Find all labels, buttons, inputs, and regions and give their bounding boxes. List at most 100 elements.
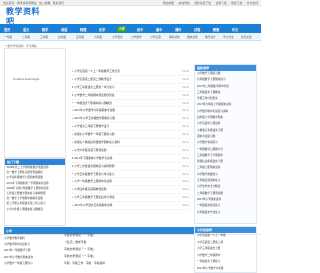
news-date: 03-13	[182, 180, 189, 184]
news-row[interactable]: 小学四年级英语期末测试题 03-13	[72, 186, 190, 195]
nav-item[interactable]: 试卷	[194, 27, 200, 32]
nav-item-active[interactable]: 小学	[117, 25, 127, 32]
news-title[interactable]: 2017年小学数学六年级期末考试题	[74, 109, 115, 112]
news-title[interactable]: 小学英语第二册第二课教学设计	[74, 78, 112, 81]
nav-item[interactable]: 高中	[156, 27, 162, 32]
list-item[interactable]: 平衡 · 平衡工作 · 平衡 · 平衡资料	[60, 260, 190, 267]
nav-item[interactable]: 语文	[23, 27, 29, 32]
news-row[interactable]: 小学语文三年级下册教学设计 03-15	[72, 123, 190, 132]
news-title[interactable]: 小学四年级英语期末测试题	[74, 188, 106, 191]
news-title[interactable]: 新课标人教版四年级数学期末复习资料	[74, 141, 120, 144]
news-row[interactable]: 2017年小学数学六年级期末考试题 03-15	[72, 107, 190, 116]
sub-nav-item[interactable]: 一年级	[4, 35, 12, 39]
sub-nav-item[interactable]: 二年级	[22, 35, 30, 39]
news-title[interactable]: 小学一年级数学上册期中考试题	[74, 180, 112, 183]
news-row[interactable]: 小学一年级数学上册期中考试题 03-13	[72, 178, 190, 187]
news-title[interactable]: 小学语文三年级下册教学设计	[74, 125, 109, 128]
news-row[interactable]: 2017年下期期末小学数学考试卷 03-14	[72, 155, 190, 163]
bullet-icon	[72, 125, 74, 128]
news-row[interactable]: 小学数学二年级期中测试题含答案 03-16	[72, 92, 190, 100]
news-title[interactable]: 新课标小学数学一年级下册练习题	[74, 133, 114, 136]
bullet-icon	[72, 133, 74, 135]
nav-item[interactable]: 首页	[4, 27, 10, 32]
news-title[interactable]: 小学三年级语文上册第一单元复习	[74, 86, 114, 89]
news-row[interactable]: 小学六年级英语下册测试题 03-14	[72, 147, 190, 155]
news-row[interactable]: 小学五年级数学下册第六单元练习 03-14	[72, 171, 190, 179]
news-title[interactable]: 一年级语文下册期中练习题精选	[74, 102, 112, 105]
bullet-icon	[72, 204, 74, 207]
nav-item[interactable]: 物理	[80, 27, 86, 32]
list-item[interactable]: 2017年小学数学六年级	[195, 266, 256, 273]
news-date: 03-13	[182, 204, 189, 208]
sub-nav-item[interactable]: 六年级	[94, 35, 102, 39]
list-item[interactable]: 《生活」数学平衡	[60, 239, 190, 246]
news-date: 03-15	[182, 133, 189, 137]
top-bar-left-links[interactable]: 欢迎来到：教学资料吧网站 · 加入收藏 · 联系我们	[3, 1, 64, 5]
news-title[interactable]: 小学三年级数学下册第四单元测试	[74, 196, 114, 199]
sub-nav: 一年级 二年级 三年级 四年级 五年级 六年级 小学语文 小学数学 小学英语 期…	[0, 33, 261, 41]
sub-nav-item[interactable]: 五年级	[76, 35, 84, 39]
news-title[interactable]: 2017年小学五年级数学期末复习题	[74, 117, 115, 120]
nav-item[interactable]: 化学	[99, 27, 105, 32]
news-title[interactable]: 2017年小学语文五年级期中试卷	[74, 204, 112, 207]
sub-nav-item[interactable]: 小学英语	[150, 35, 161, 39]
sub-nav-item[interactable]: 期末试卷	[187, 35, 198, 39]
bullet-icon	[72, 157, 74, 159]
plugin-error-message: Couldn't load plugin.	[13, 77, 41, 81]
news-title[interactable]: 2017年下期期末小学数学考试卷	[74, 157, 112, 160]
nav-item[interactable]: 教案	[213, 27, 219, 32]
news-date: 03-15	[182, 125, 189, 129]
nav-item[interactable]: 英语	[61, 27, 67, 32]
nav-item[interactable]: 课件	[175, 27, 181, 32]
list-item[interactable]: 小学六年级上册期末复习题精选	[5, 207, 65, 212]
bullet-icon	[72, 70, 74, 72]
news-title[interactable]: 小学六年级英语下册测试题	[74, 149, 106, 152]
news-title[interactable]: 小学数学二年级期中测试题含答案	[74, 94, 114, 97]
sub-nav-item[interactable]: 期中试卷	[169, 35, 180, 39]
nav-item[interactable]: 作文	[232, 27, 238, 32]
bullet-icon	[72, 110, 74, 112]
bullet-icon	[72, 149, 74, 151]
list-item[interactable]: 平衡文学测试「一·平衡」	[60, 246, 190, 253]
news-date: 03-13	[182, 188, 189, 192]
sub-nav-item[interactable]: 教学设计	[205, 35, 216, 39]
news-row[interactable]: 新课标人教版四年级数学期末复习资料 03-14	[72, 139, 190, 147]
news-date: 03-13	[182, 196, 189, 200]
sub-nav-item[interactable]: 小学数学	[131, 35, 142, 39]
news-row[interactable]: 小学二年级语文期末复习资料整理 03-14	[72, 163, 190, 171]
plugin-placeholder: Couldn't load plugin.	[4, 48, 66, 158]
news-row[interactable]: 一年级语文下册期中练习题精选 03-15	[72, 100, 190, 108]
sub-nav-item[interactable]: 小学语文	[112, 35, 123, 39]
bullet-icon	[72, 86, 74, 88]
recommend-box: 最新推荐 小学数学下册练习题 六年级数学下册期末复习 2017年二年级数学期中考…	[194, 64, 257, 224]
sub-nav-item[interactable]: 四年级	[58, 35, 66, 39]
bullet-icon	[72, 102, 74, 104]
list-item[interactable]: 平衡文学测试「一·平衡」	[60, 253, 190, 260]
news-title[interactable]: 小学五年级数学下册第六单元练习	[74, 173, 114, 176]
list-item[interactable]: 六年级语文毕业复习	[195, 210, 256, 216]
list-item[interactable]: 小学数学一年级下册练习	[4, 261, 54, 267]
news-row[interactable]: 小学英语第一人上一年级教师工作记录 03-16	[72, 68, 190, 76]
sub-nav-item[interactable]: 学习方法	[223, 35, 234, 39]
news-title[interactable]: 小学英语第一人上一年级教师工作记录	[74, 70, 120, 73]
section-band-label[interactable]: 小学	[6, 229, 12, 233]
news-row[interactable]: 小学英语第二册第二课教学设计 03-16	[72, 76, 190, 84]
news-date: 03-15	[182, 101, 189, 105]
news-row[interactable]: 2017年小学五年级数学期末复习题 03-15	[72, 115, 190, 124]
site-logo[interactable]: 教学资料吧 www.jxzl8.com	[6, 7, 48, 30]
news-row[interactable]: 新课标小学数学一年级下册练习题 03-15	[72, 131, 190, 140]
news-row[interactable]: 小学三年级数学下册第四单元测试 03-13	[72, 194, 190, 203]
bottom-left-list: 小学数学教学资料 小学数学期中考试复习 2017年一年级数学下册 2017年小学…	[4, 236, 54, 273]
news-date: 03-15	[182, 117, 189, 121]
bottom-mid-list: 平衡文学测试「一·平衡」 《生活」数学平衡 平衡文学测试「一·平衡」 平衡文学测…	[60, 232, 190, 273]
sub-nav-item[interactable]: 家长必读	[241, 35, 252, 39]
nav-item[interactable]: 初中	[137, 27, 143, 32]
nav-item[interactable]: 数学	[42, 27, 48, 32]
bullet-icon	[72, 173, 74, 175]
list-item[interactable]: 平衡文学测试「一·平衡」	[60, 232, 190, 239]
news-row[interactable]: 2017年小学语文五年级期中试卷 03-13	[72, 202, 190, 211]
news-row[interactable]: 小学三年级语文上册第一单元复习 03-16	[72, 84, 190, 92]
news-title[interactable]: 小学二年级语文期末复习资料整理	[74, 165, 114, 168]
sub-nav-item[interactable]: 三年级	[40, 35, 48, 39]
top-bar-right-links[interactable]: 网站地图 · 本站导航 · 课件免费下载 · 试卷下载 · 教案下载 · 作文素…	[163, 1, 258, 5]
